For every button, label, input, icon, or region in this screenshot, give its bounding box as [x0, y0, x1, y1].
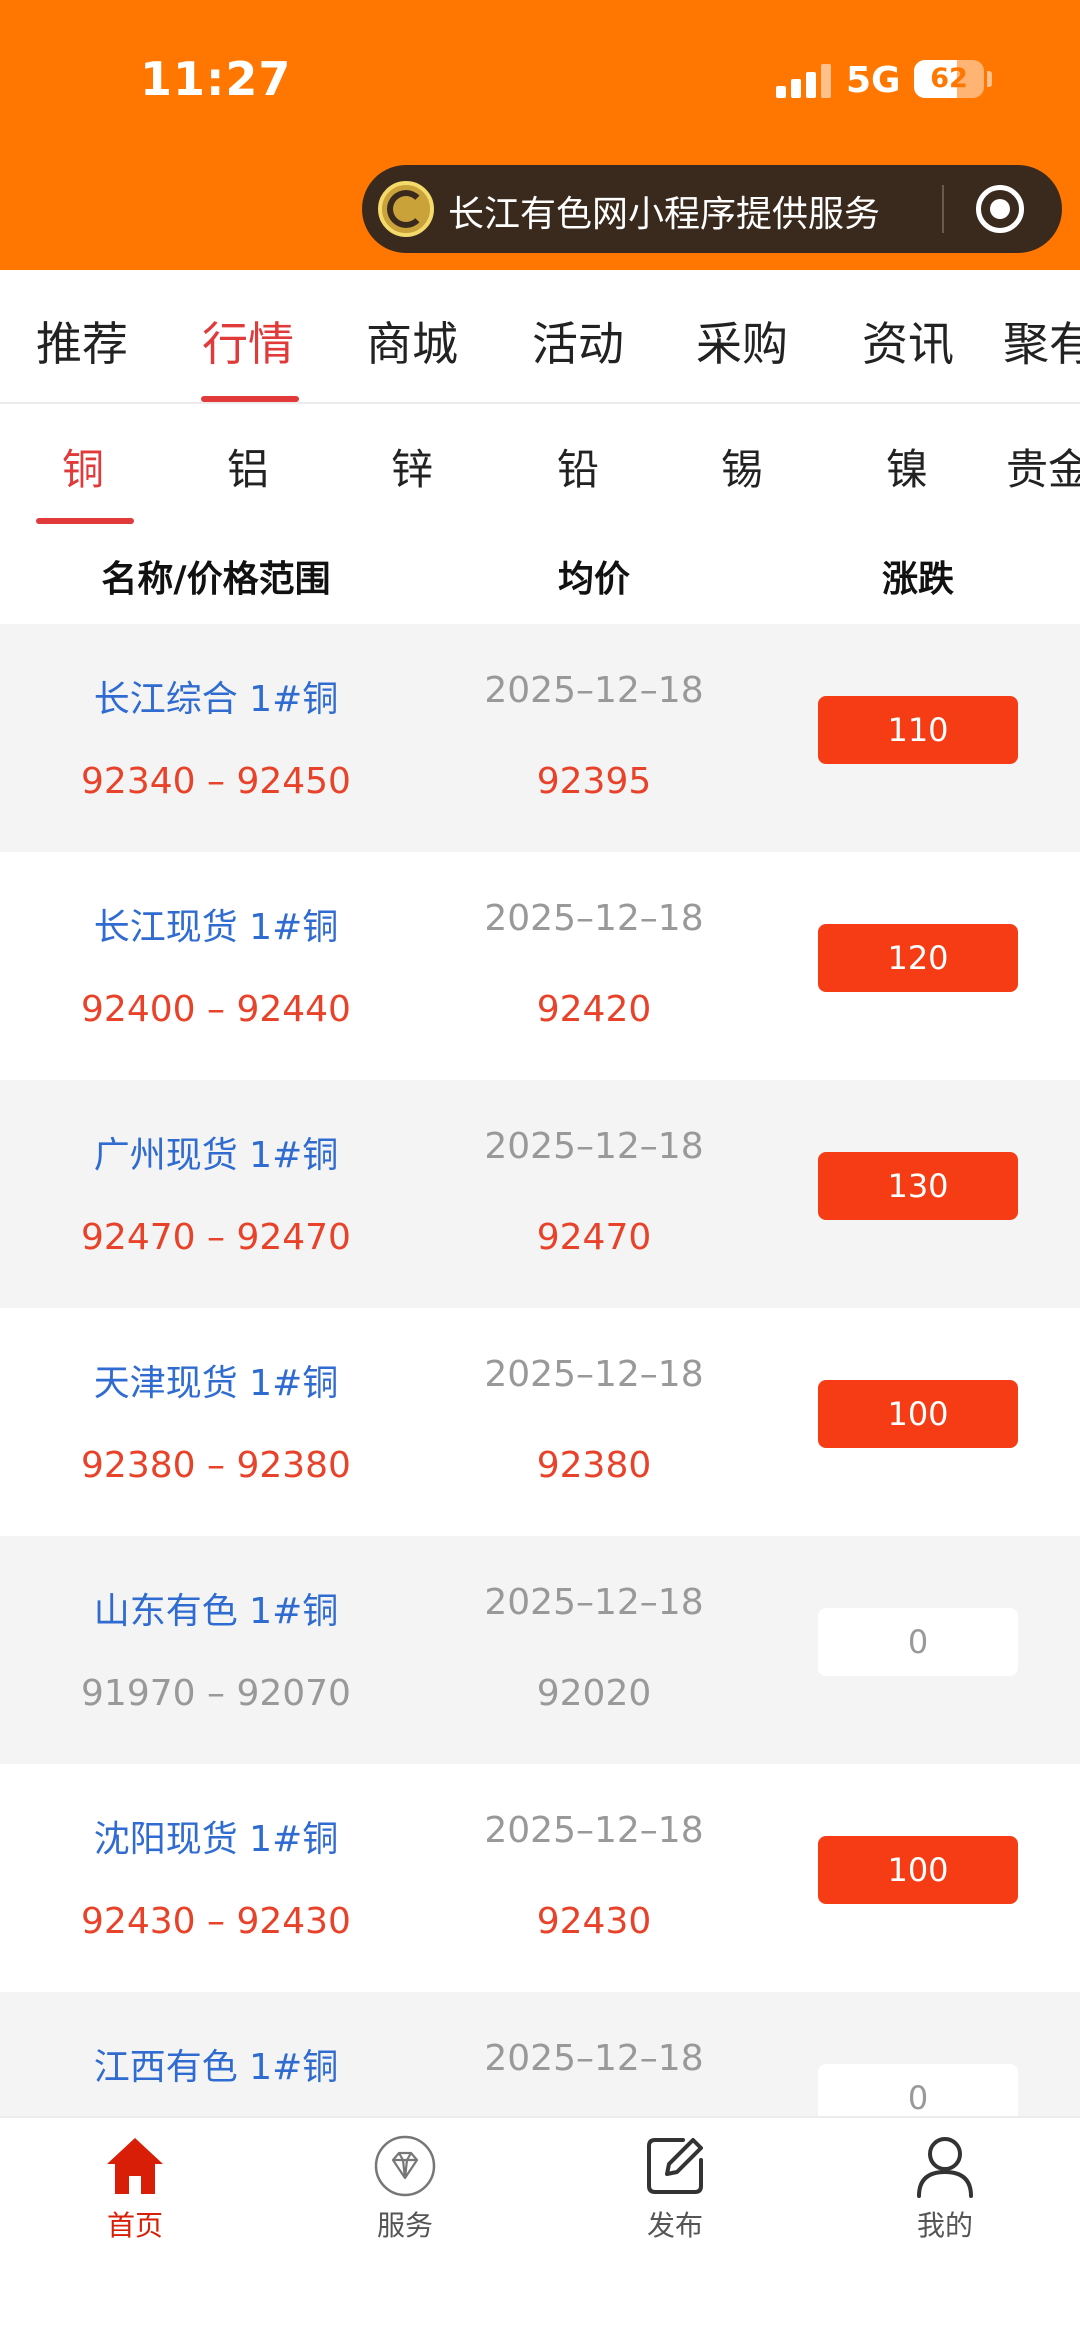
row-range: 92380 – 92380 — [81, 1445, 351, 1486]
network-type: 5G — [846, 60, 901, 101]
tab-mall[interactable]: 商城 — [366, 308, 458, 374]
tab-news[interactable]: 资讯 — [862, 308, 954, 374]
mini-program-text: 长江有色网小程序提供服务 — [448, 194, 881, 235]
price-list: 长江综合 1#铜 92340 – 92450 2025–12–18 92395 … — [0, 624, 1080, 2220]
nav-service[interactable]: 服务 — [325, 2134, 485, 2244]
row-avg: 92395 — [536, 761, 652, 802]
row-name: 天津现货 1#铜 — [93, 1363, 339, 1404]
row-name: 广州现货 1#铜 — [93, 1135, 339, 1176]
row-name: 沈阳现货 1#铜 — [93, 1819, 339, 1860]
header-bar: 11:27 5G 62 长江有色网小程序提供服务 — [0, 0, 1080, 270]
active-metal-indicator — [36, 518, 134, 524]
change-badge: 120 — [818, 924, 1018, 992]
active-tab-indicator — [201, 396, 299, 402]
row-range: 92400 – 92440 — [81, 989, 351, 1030]
status-time: 11:27 — [140, 52, 292, 106]
row-avg: 92020 — [536, 1673, 652, 1714]
row-range: 91970 – 92070 — [81, 1673, 351, 1714]
tab-activity[interactable]: 活动 — [532, 308, 624, 374]
table-row[interactable]: 沈阳现货 1#铜 92430 – 92430 2025–12–18 92430 … — [0, 1764, 1080, 1992]
row-range: 92430 – 92430 — [81, 1901, 351, 1942]
changjiang-logo-icon — [378, 181, 434, 237]
table-row[interactable]: 天津现货 1#铜 92380 – 92380 2025–12–18 92380 … — [0, 1308, 1080, 1536]
metal-tab-zinc[interactable]: 锌 — [391, 436, 433, 497]
tab-more[interactable]: 聚有 — [1003, 308, 1080, 374]
change-badge: 100 — [818, 1380, 1018, 1448]
table-row[interactable]: 广州现货 1#铜 92470 – 92470 2025–12–18 92470 … — [0, 1080, 1080, 1308]
header-change: 涨跌 — [881, 559, 954, 600]
battery-icon: 62 — [914, 60, 984, 98]
row-avg: 92430 — [536, 1901, 652, 1942]
header-avg: 均价 — [557, 559, 630, 600]
bottom-nav: 首页 服务 发布 我的 — [0, 2116, 1080, 2341]
table-row[interactable]: 长江现货 1#铜 92400 – 92440 2025–12–18 92420 … — [0, 852, 1080, 1080]
row-date: 2025–12–18 — [484, 1126, 704, 1167]
nav-mine-label: 我的 — [916, 2209, 973, 2242]
nav-mine[interactable]: 我的 — [865, 2134, 1025, 2244]
row-date: 2025–12–18 — [484, 670, 704, 711]
row-name: 山东有色 1#铜 — [93, 1591, 339, 1632]
tab-market[interactable]: 行情 — [202, 308, 294, 374]
signal-icon — [776, 64, 832, 98]
row-range: 92470 – 92470 — [81, 1217, 351, 1258]
table-row[interactable]: 山东有色 1#铜 91970 – 92070 2025–12–18 92020 … — [0, 1536, 1080, 1764]
metal-tab-precious[interactable]: 贵金 — [1006, 436, 1080, 497]
tab-recommend[interactable]: 推荐 — [36, 308, 128, 374]
row-avg: 92380 — [536, 1445, 652, 1486]
metal-tab-tin[interactable]: 锡 — [721, 436, 763, 497]
metal-tab-aluminum[interactable]: 铝 — [227, 436, 269, 497]
table-row[interactable]: 长江综合 1#铜 92340 – 92450 2025–12–18 92395 … — [0, 624, 1080, 852]
row-date: 2025–12–18 — [484, 2038, 704, 2079]
user-icon — [913, 2134, 977, 2198]
metal-tab-copper[interactable]: 铜 — [62, 436, 104, 497]
diamond-icon — [373, 2134, 437, 2198]
row-name: 长江现货 1#铜 — [93, 907, 339, 948]
close-target-icon[interactable] — [976, 185, 1024, 233]
table-header: 名称/价格范围 均价 涨跌 — [0, 526, 1080, 624]
header-name-range: 名称/价格范围 — [101, 559, 331, 600]
nav-home[interactable]: 首页 — [55, 2134, 215, 2244]
row-avg: 92470 — [536, 1217, 652, 1258]
row-name: 长江综合 1#铜 — [93, 679, 339, 720]
nav-service-label: 服务 — [376, 2209, 433, 2242]
row-date: 2025–12–18 — [484, 1582, 704, 1623]
row-date: 2025–12–18 — [484, 1810, 704, 1851]
tab-purchase[interactable]: 采购 — [696, 308, 788, 374]
change-badge: 0 — [818, 1608, 1018, 1676]
change-badge: 130 — [818, 1152, 1018, 1220]
edit-icon — [643, 2134, 707, 2198]
row-date: 2025–12–18 — [484, 1354, 704, 1395]
nav-home-label: 首页 — [106, 2209, 163, 2242]
home-icon — [103, 2134, 167, 2198]
row-range: 92340 – 92450 — [81, 761, 351, 802]
capsule-divider — [942, 185, 944, 233]
change-badge: 100 — [818, 1836, 1018, 1904]
nav-publish-label: 发布 — [646, 2209, 703, 2242]
change-badge: 110 — [818, 696, 1018, 764]
row-avg: 92420 — [536, 989, 652, 1030]
battery-level: 62 — [930, 63, 968, 94]
metal-tabs: 铜 铝 锌 铅 锡 镍 贵金 — [0, 406, 1080, 526]
metal-tab-nickel[interactable]: 镍 — [886, 436, 928, 497]
battery-tip — [987, 71, 992, 87]
nav-publish[interactable]: 发布 — [595, 2134, 755, 2244]
row-date: 2025–12–18 — [484, 898, 704, 939]
row-name: 江西有色 1#铜 — [93, 2047, 339, 2088]
category-tabs: 推荐 行情 商城 活动 采购 资讯 聚有 — [0, 270, 1080, 404]
metal-tab-lead[interactable]: 铅 — [557, 436, 599, 497]
mini-program-capsule[interactable]: 长江有色网小程序提供服务 — [362, 165, 1062, 253]
